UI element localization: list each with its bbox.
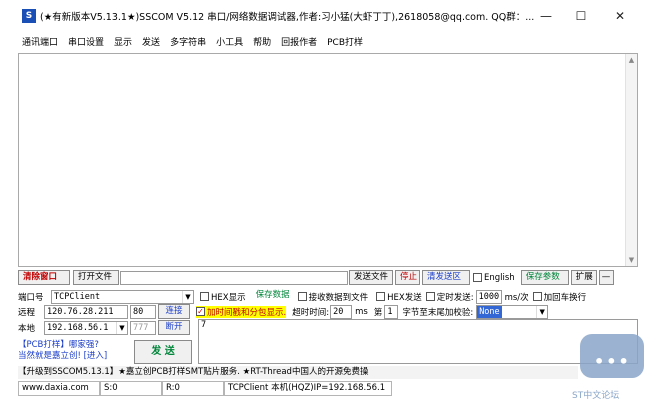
checksum-select[interactable]: None ▼	[476, 304, 549, 319]
port-label: 端口号	[18, 292, 44, 303]
add-crlf-checkbox[interactable]: 加回车换行	[532, 291, 587, 303]
news-ticker[interactable]: 【升级到SSCOM5.13.1】★嘉立创PCB打样SMT贴片服务. ★RT-Th…	[18, 366, 578, 379]
remote-port-input[interactable]: 80	[130, 304, 156, 319]
promo-line-2: 当然就是嘉立创! [进入]	[18, 351, 108, 361]
settings-row-1: 端口号 TCPClient ▼ HEX显示 保存数据 接收数据到文件 HEX发送…	[18, 289, 586, 304]
timeout-unit: ms	[355, 306, 368, 317]
nth-input[interactable]: 1	[384, 304, 399, 319]
scroll-up-icon[interactable]: ▲	[626, 54, 637, 66]
promo-link[interactable]: 【PCB打样】哪家强? 当然就是嘉立创! [进入]	[18, 340, 107, 362]
chevron-down-icon: ▼	[182, 290, 193, 303]
promo-line-1: 【PCB打样】哪家强?	[18, 340, 99, 350]
toolbar-row: 清除窗口 打开文件 发送文件 停止 清发送区 English 保存参数 扩展 —	[18, 270, 638, 285]
minimize-button[interactable]: —	[531, 8, 561, 24]
clear-window-button[interactable]: 清除窗口	[18, 270, 70, 285]
local-ip-select[interactable]: 192.168.56.1 ▼	[44, 320, 128, 335]
menu-report-author[interactable]: 回报作者	[281, 35, 317, 51]
settings-row-3: 本地 192.168.56.1 ▼ 777 断开	[18, 320, 190, 335]
timed-send-label: 定时发送:	[436, 292, 474, 303]
menu-serial-settings[interactable]: 串口设置	[68, 35, 104, 51]
settings-row-2: 远程 120.76.28.211 80 连接 ✓ 加时间戳和分包显示. 超时时间:…	[18, 304, 549, 319]
hex-send-label: HEX发送	[387, 292, 422, 303]
local-label: 本地	[18, 323, 36, 334]
recv-to-file-label: 接收数据到文件	[308, 292, 369, 303]
clear-send-area-button[interactable]: 清发送区	[422, 270, 470, 285]
maximize-button[interactable]: ☐	[566, 8, 596, 24]
local-port-input[interactable]: 777	[130, 320, 156, 335]
interval-input[interactable]: 1000	[475, 289, 502, 304]
local-ip-value: 192.168.56.1	[47, 322, 109, 333]
remote-label: 远程	[18, 307, 36, 318]
checksum-value: None	[477, 305, 502, 318]
english-checkbox[interactable]: English	[473, 273, 515, 283]
dots-icon: •••	[594, 352, 631, 371]
checksum-label: 字节至末尾加校验:	[402, 307, 474, 318]
menu-send[interactable]: 发送	[142, 35, 160, 51]
menu-tools[interactable]: 小工具	[216, 35, 243, 51]
timeout-input[interactable]: 20	[330, 304, 353, 319]
menu-help[interactable]: 帮助	[253, 35, 271, 51]
port-select[interactable]: TCPClient ▼	[51, 289, 194, 304]
receive-area[interactable]: ▲ ▼	[18, 53, 638, 267]
port-value: TCPClient	[54, 291, 101, 302]
english-label: English	[484, 272, 515, 283]
chevron-down-icon: ▼	[116, 321, 127, 334]
status-sent: S:0	[100, 381, 162, 396]
file-path-input[interactable]	[120, 270, 348, 285]
scroll-down-icon[interactable]: ▼	[626, 254, 637, 266]
receive-scrollbar[interactable]: ▲ ▼	[625, 54, 637, 266]
hex-display-label: HEX显示	[211, 292, 246, 303]
nth-label: 第	[373, 307, 383, 318]
watermark-text: ST中文论坛	[572, 391, 620, 401]
stop-button[interactable]: 停止	[395, 270, 420, 285]
send-button[interactable]: 发 送	[134, 340, 192, 364]
disconnect-button[interactable]: 断开	[158, 320, 190, 335]
timed-send-checkbox[interactable]: 定时发送:	[425, 291, 474, 303]
status-website[interactable]: www.daxia.com	[18, 381, 100, 396]
status-connection: TCPClient 本机(HQZ)IP=192.168.56.1	[224, 381, 392, 396]
menu-comm-port[interactable]: 通讯端口	[22, 35, 58, 51]
open-file-button[interactable]: 打开文件	[73, 270, 119, 285]
send-text: 7	[201, 320, 207, 330]
save-data-button[interactable]: 保存数据	[252, 289, 294, 304]
app-icon: S	[22, 9, 36, 23]
menu-display[interactable]: 显示	[114, 35, 132, 51]
menu-multi-string[interactable]: 多字符串	[170, 35, 206, 51]
hex-display-checkbox[interactable]: HEX显示	[200, 291, 246, 303]
timestamp-checkbox[interactable]: ✓ 加时间戳和分包显示.	[196, 305, 287, 318]
timestamp-label: 加时间戳和分包显示.	[207, 307, 287, 318]
expand-button[interactable]: 扩展	[570, 270, 597, 285]
timeout-label: 超时时间:	[292, 307, 330, 318]
chevron-down-icon: ▼	[536, 305, 547, 318]
title-bar: S (★有新版本V5.13.1★)SSCOM V5.12 串口/网络数据调试器,…	[0, 0, 658, 32]
recv-to-file-checkbox[interactable]: 接收数据到文件	[297, 291, 369, 303]
menu-pcb[interactable]: PCB打样	[327, 35, 363, 51]
remote-ip-input[interactable]: 120.76.28.211	[44, 304, 128, 319]
send-file-button[interactable]: 发送文件	[349, 270, 393, 285]
window-title: (★有新版本V5.13.1★)SSCOM V5.12 串口/网络数据调试器,作者…	[40, 12, 535, 23]
menu-bar: 通讯端口 串口设置 显示 发送 多字符串 小工具 帮助 回报作者 PCB打样	[22, 35, 373, 51]
status-received: R:0	[162, 381, 224, 396]
status-bar: www.daxia.com S:0 R:0 TCPClient 本机(HQZ)I…	[18, 381, 638, 396]
close-button[interactable]: ✕	[605, 8, 635, 24]
interval-unit: ms/次	[504, 292, 529, 303]
hex-send-checkbox[interactable]: HEX发送	[376, 291, 422, 303]
forum-watermark: ••• ST中文论坛	[572, 334, 650, 404]
connect-button[interactable]: 连接	[158, 304, 190, 319]
collapse-button[interactable]: —	[598, 270, 614, 285]
add-crlf-label: 加回车换行	[543, 292, 587, 303]
save-params-button[interactable]: 保存参数	[520, 270, 569, 285]
